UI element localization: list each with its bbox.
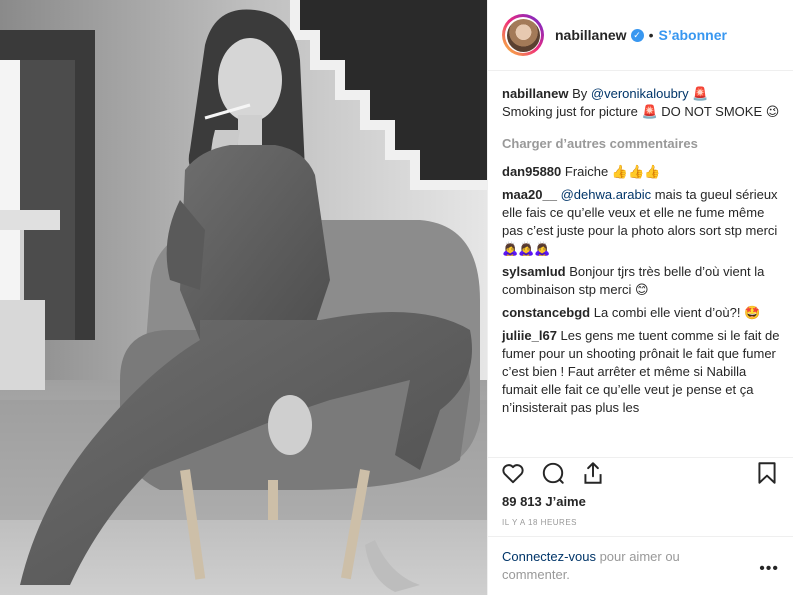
comment-item: maa20__ @dehwa.arabic mais ta gueul séri… xyxy=(502,186,780,258)
verified-badge-icon: ✓ xyxy=(630,28,644,42)
more-options-button[interactable]: ••• xyxy=(759,560,779,578)
share-icon[interactable] xyxy=(580,460,606,489)
avatar-image xyxy=(506,18,540,52)
bookmark-icon[interactable] xyxy=(754,460,780,489)
caption-prefix: By xyxy=(572,86,591,101)
heart-icon[interactable] xyxy=(500,460,526,489)
login-link[interactable]: Connectez-vous xyxy=(502,549,596,564)
avatar[interactable] xyxy=(502,14,544,56)
post-header: nabillanew ✓ • S’abonner xyxy=(488,0,793,71)
comment-item: dan95880 Fraiche 👍👍👍 xyxy=(502,163,780,181)
caption-mention[interactable]: @veronikaloubry xyxy=(591,86,689,101)
comment-username[interactable]: juliie_l67 xyxy=(502,328,557,343)
comment-username[interactable]: constancebgd xyxy=(502,305,590,320)
comment-item: juliie_l67 Les gens me tuent comme si le… xyxy=(502,327,780,417)
caption-username[interactable]: nabillanew xyxy=(502,86,568,101)
comment-text: Fraiche 👍👍👍 xyxy=(564,164,661,179)
caption-text: 🚨 xyxy=(688,86,709,101)
comment-username[interactable]: dan95880 xyxy=(502,164,561,179)
comment-username[interactable]: sylsamlud xyxy=(502,264,566,279)
action-bar xyxy=(488,457,793,489)
comment-username[interactable]: maa20__ xyxy=(502,187,557,202)
separator-dot: • xyxy=(648,27,654,43)
comments-list[interactable]: nabillanew By @veronikaloubry 🚨 Smoking … xyxy=(488,71,793,457)
avatar-frame xyxy=(505,17,541,53)
post-timestamp[interactable]: IL Y A 18 HEURES xyxy=(502,518,577,527)
comment-text: La combi elle vient d’où?! 🤩 xyxy=(593,305,761,320)
comment-mention[interactable]: @dehwa.arabic xyxy=(561,187,652,202)
comment-bubble-icon[interactable] xyxy=(540,460,566,489)
post-sidebar: nabillanew ✓ • S’abonner nabillanew By @… xyxy=(487,0,793,595)
caption-text-line2: Smoking just for picture 🚨 DO NOT SMOKE … xyxy=(502,104,780,119)
load-more-comments-button[interactable]: Charger d’autres commentaires xyxy=(502,135,780,153)
caption: nabillanew By @veronikaloubry 🚨 Smoking … xyxy=(502,85,780,121)
instagram-post: nabillanew ✓ • S’abonner nabillanew By @… xyxy=(0,0,793,595)
comment-item: sylsamlud Bonjour tjrs très belle d’où v… xyxy=(502,263,780,299)
photo-illustration xyxy=(0,0,487,595)
comment-item: constancebgd La combi elle vient d’où?! … xyxy=(502,304,780,322)
post-photo[interactable] xyxy=(0,0,487,595)
author-username[interactable]: nabillanew xyxy=(555,27,627,43)
likes-count[interactable]: 89 813 J’aime xyxy=(502,494,586,509)
follow-button[interactable]: S’abonner xyxy=(658,27,726,43)
login-prompt: Connectez-vous pour aimer ou commenter. xyxy=(488,536,793,595)
